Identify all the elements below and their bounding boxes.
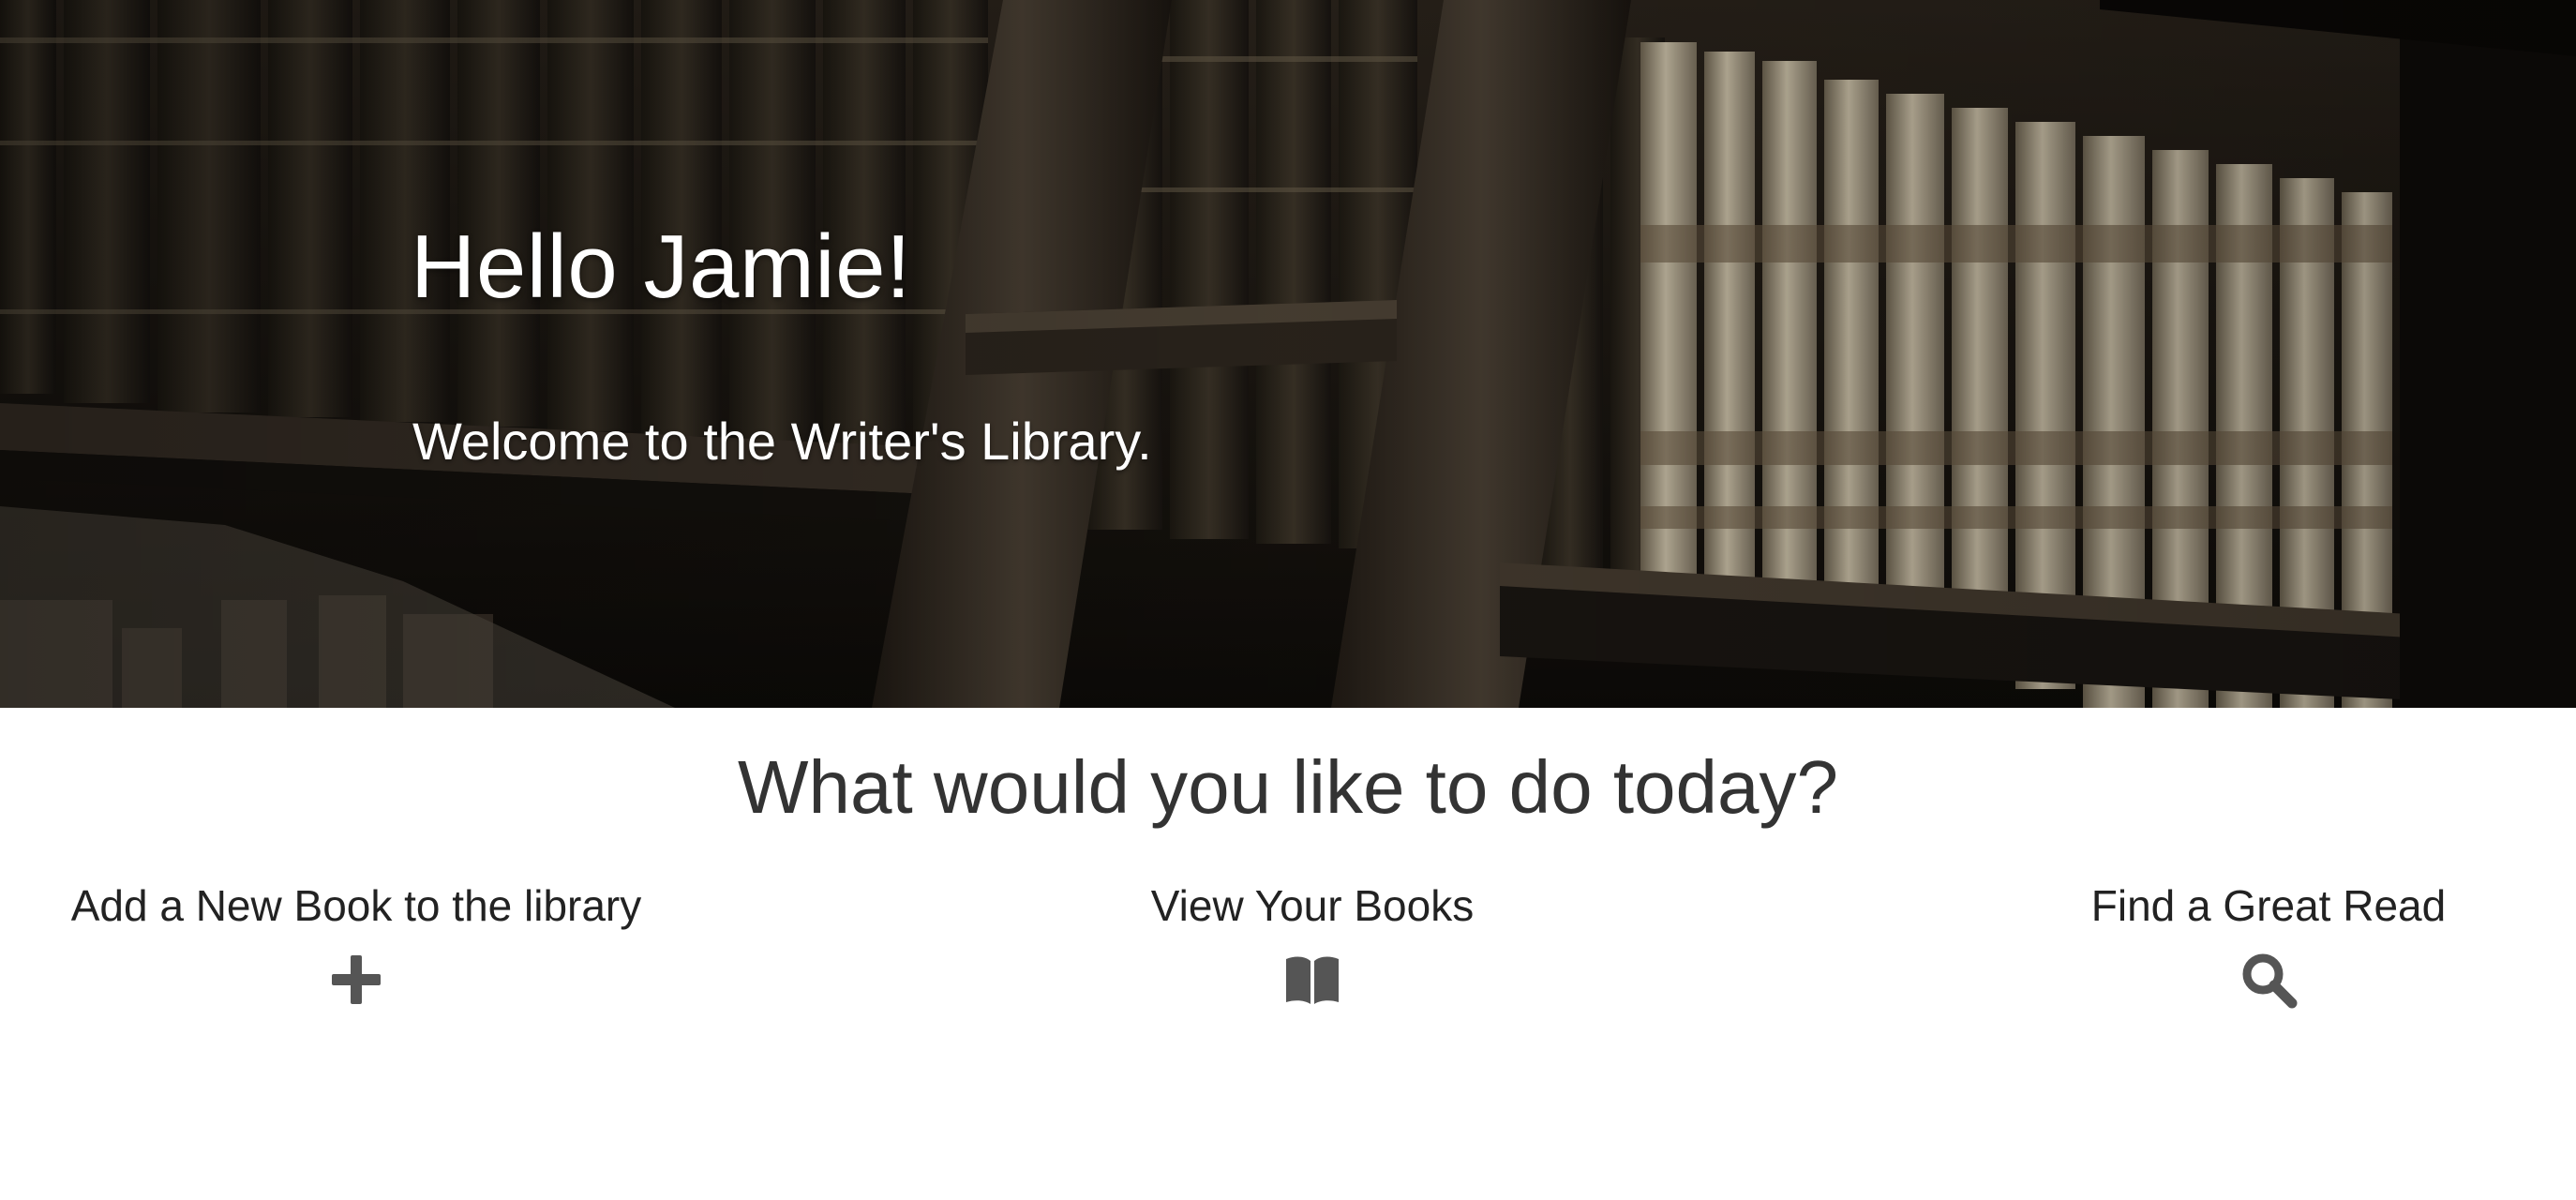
plus-icon (332, 955, 381, 1004)
hero-overlay (0, 0, 2576, 708)
open-book-icon (1286, 956, 1339, 1004)
hero-banner: Hello Jamie! Welcome to the Writer's Lib… (0, 0, 2576, 708)
view-books-label: View Your Books (1150, 881, 1475, 930)
find-read-label: Find a Great Read (2090, 881, 2447, 930)
add-book-link[interactable]: Add a New Book to the library (56, 877, 656, 1027)
add-book-label: Add a New Book to the library (70, 881, 642, 930)
welcome-subtitle: Welcome to the Writer's Library. (412, 412, 1152, 471)
search-icon (2242, 953, 2298, 1009)
greeting-heading: Hello Jamie! (411, 217, 912, 317)
action-prompt-heading: What would you like to do today? (737, 745, 1839, 829)
view-books-link[interactable]: View Your Books (1031, 877, 1594, 1027)
find-read-link[interactable]: Find a Great Read (2006, 877, 2531, 1027)
